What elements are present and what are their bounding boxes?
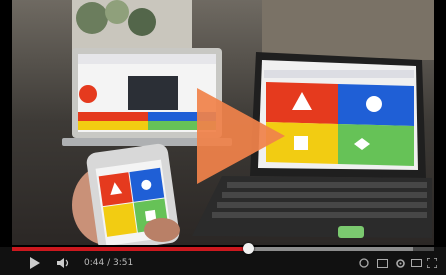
progress-played [12, 247, 249, 251]
progress-scrubber[interactable] [243, 243, 255, 254]
captions-icon [376, 258, 388, 268]
play-triangle-icon [197, 88, 285, 184]
player-controls: 0:44 / 3:51 [0, 243, 446, 275]
video-frame[interactable] [12, 0, 434, 245]
play-icon [30, 257, 40, 269]
captions-button[interactable] [376, 256, 388, 270]
watch-later-button[interactable] [358, 256, 370, 270]
phone-in-hand [72, 143, 180, 245]
settings-button[interactable] [394, 256, 406, 270]
volume-icon [57, 258, 69, 268]
gear-icon [395, 258, 405, 268]
progress-bar[interactable] [12, 243, 434, 254]
volume-button[interactable] [56, 256, 72, 270]
fullscreen-icon [427, 258, 437, 268]
play-button[interactable] [28, 256, 42, 270]
time-display: 0:44 / 3:51 [84, 258, 134, 268]
big-play-button[interactable] [189, 84, 289, 188]
fullscreen-button[interactable] [426, 256, 438, 270]
theater-icon [410, 259, 422, 267]
video-player[interactable]: 0:44 / 3:51 [0, 0, 446, 275]
size-button[interactable] [410, 256, 422, 270]
clock-icon [359, 258, 369, 268]
